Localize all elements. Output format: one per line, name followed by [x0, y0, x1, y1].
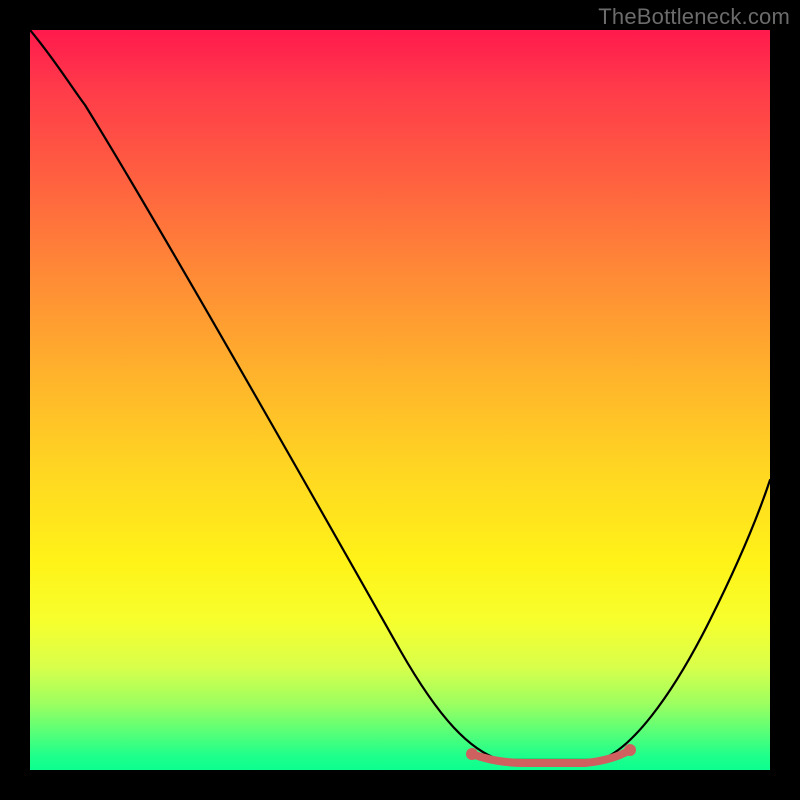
optimal-range-start-dot — [466, 748, 478, 760]
optimal-range-end-dot — [624, 744, 636, 756]
optimal-range-highlight — [472, 750, 630, 763]
curve-svg — [30, 30, 770, 770]
plot-area — [30, 30, 770, 770]
chart-frame: TheBottleneck.com — [0, 0, 800, 800]
bottleneck-curve-line — [30, 30, 770, 760]
watermark-text: TheBottleneck.com — [598, 4, 790, 30]
